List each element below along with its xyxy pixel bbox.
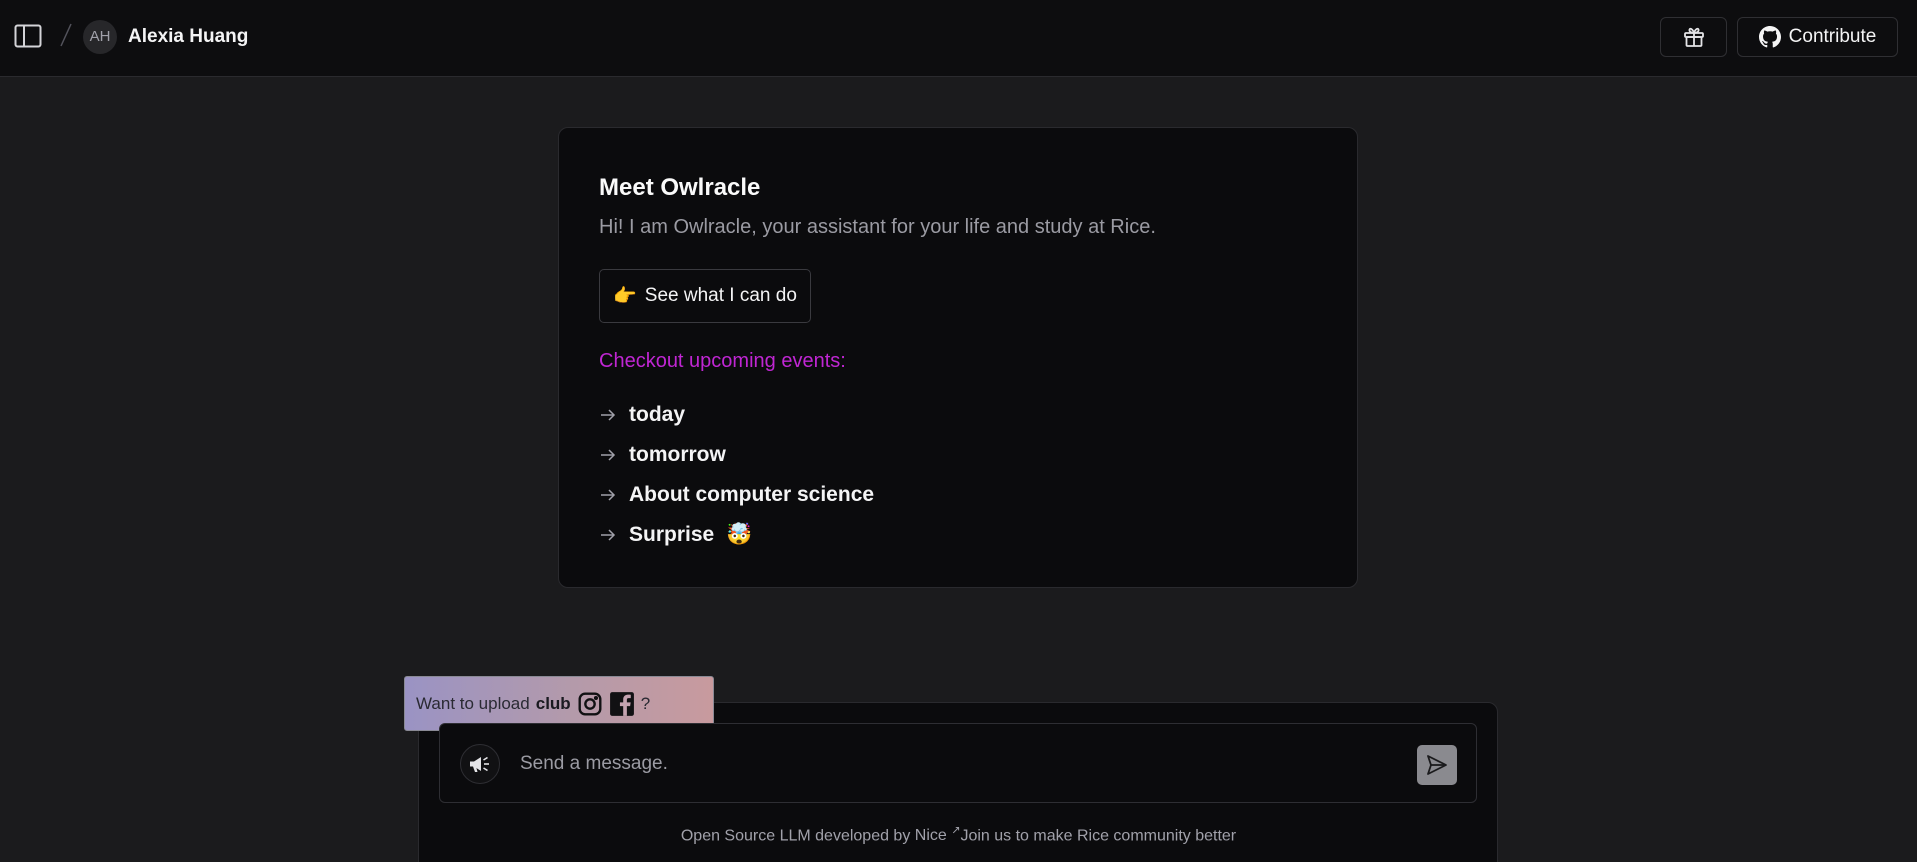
intro-card: Meet Owlracle Hi! I am Owlracle, your as… [558,127,1358,588]
arrow-right-icon [601,489,616,501]
event-item-today[interactable]: today [599,395,874,435]
upload-banner-bold: club [535,693,571,713]
announce-button[interactable] [460,744,500,784]
send-icon [1427,755,1447,775]
avatar[interactable]: AH [83,20,117,54]
upload-banner-suffix: ? [640,693,651,713]
event-label: tomorrow [629,443,726,466]
top-header: AH Alexia Huang Contribute [0,0,1917,77]
footer-link-nice[interactable]: Nice ↗ [915,825,961,844]
event-item-tomorrow[interactable]: tomorrow [599,435,874,475]
user-name[interactable]: Alexia Huang [128,26,248,48]
see-what-i-can-do-button[interactable]: 👉 See what I can do [599,269,811,323]
facebook-icon[interactable] [609,691,635,717]
megaphone-icon [470,756,489,772]
arrow-right-icon [601,409,616,421]
github-icon [1758,26,1781,48]
footer-prefix: Open Source LLM developed by [680,827,911,845]
instagram-icon[interactable] [577,691,603,717]
card-title: Meet Owlracle [599,174,761,201]
arrow-right-icon [601,449,616,461]
footer-suffix: Join us to make Rice community better [960,827,1237,845]
event-item-computer-science[interactable]: About computer science [599,475,874,515]
event-list: today tomorrow About computer science Su… [599,395,874,555]
breadcrumb-separator-icon [60,23,72,47]
sidebar-toggle-icon[interactable] [14,24,42,48]
contribute-button[interactable]: Contribute [1737,17,1898,57]
gift-icon [1683,27,1704,47]
footer-text: Open Source LLM developed by Nice ↗Join … [0,824,1917,845]
event-label: today [629,403,686,426]
mind-blown-icon: 🤯 [726,523,753,546]
message-input-box [439,723,1477,803]
send-button[interactable] [1417,745,1457,785]
event-item-surprise[interactable]: Surprise 🤯 [599,515,874,555]
card-subtitle: Hi! I am Owlracle, your assistant for yo… [599,216,1156,238]
event-label: Surprise [629,523,715,546]
see-button-label: See what I can do [644,285,797,306]
events-heading: Checkout upcoming events: [599,350,846,372]
arrow-right-icon [601,529,616,541]
message-input[interactable] [520,742,1380,786]
contribute-label: Contribute [1788,26,1877,47]
upload-banner-prefix: Want to upload [416,693,530,713]
pointing-hand-icon: 👉 [613,286,637,307]
gift-button[interactable] [1660,17,1727,57]
event-label: About computer science [629,483,875,506]
